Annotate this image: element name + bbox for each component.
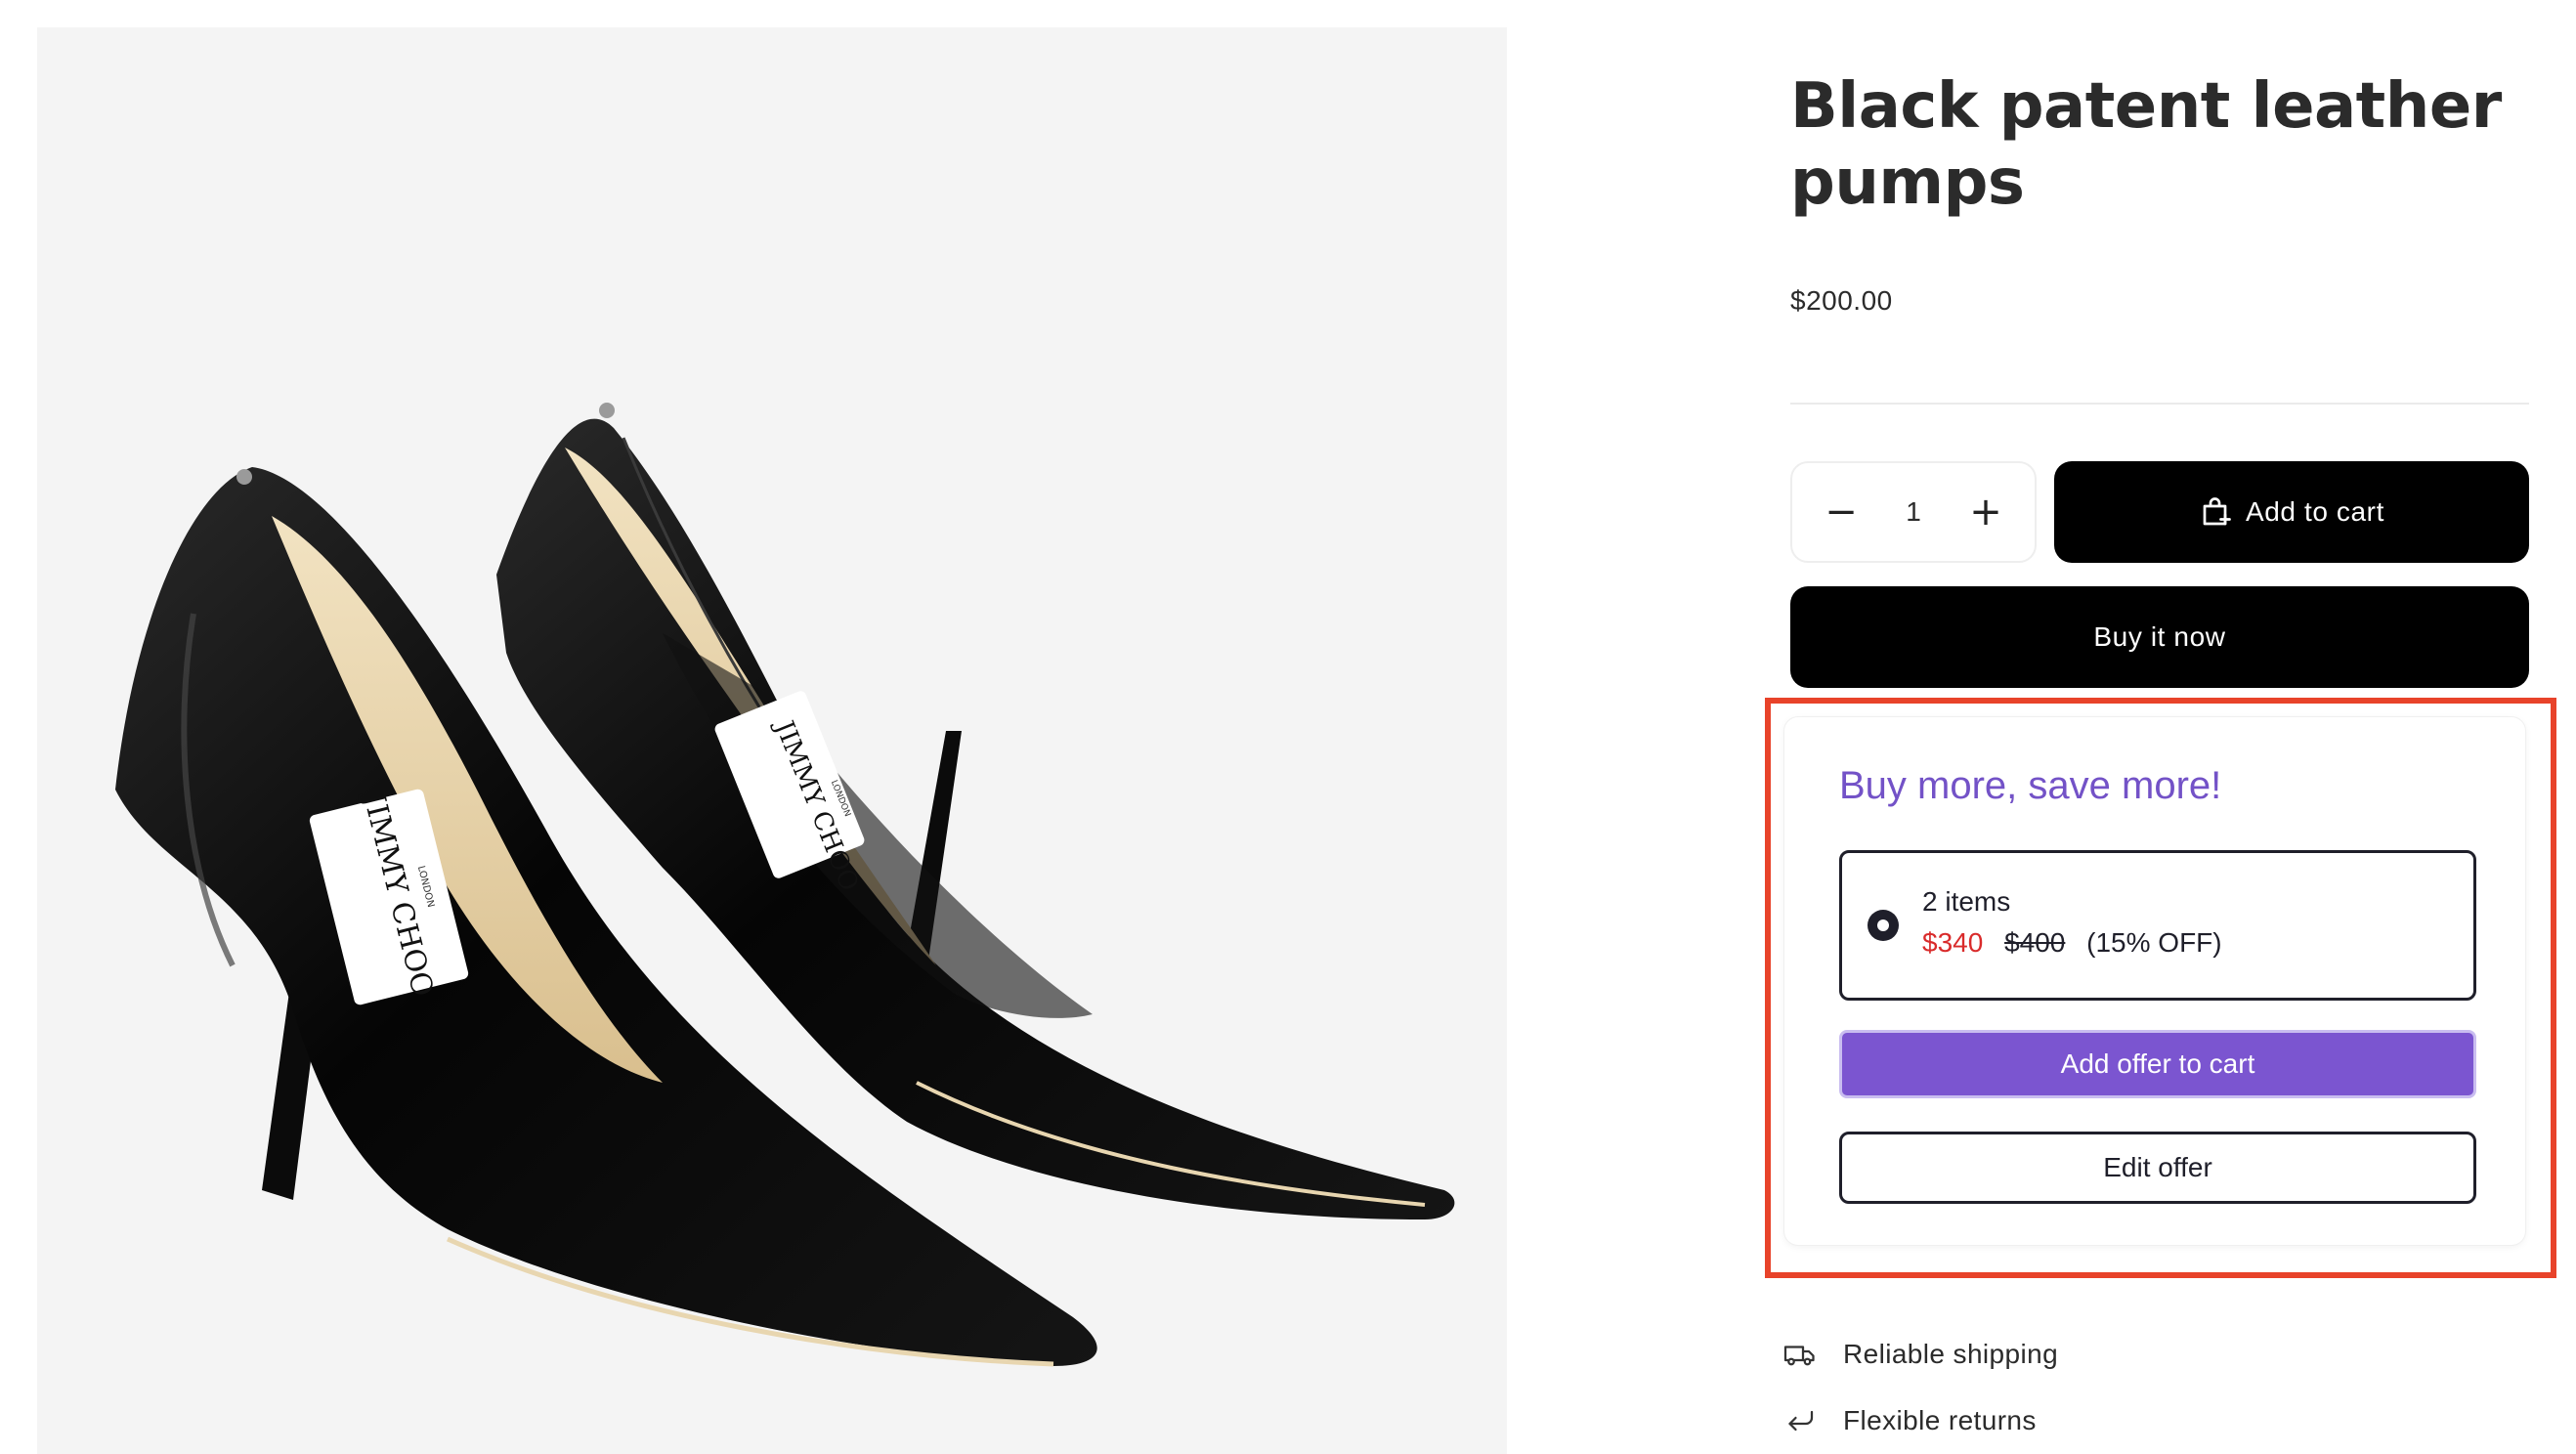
perk-flexible-returns: Flexible returns (1781, 1401, 2037, 1440)
perk-label: Reliable shipping (1843, 1339, 2059, 1369)
offer-radio-selected[interactable] (1868, 910, 1899, 941)
add-offer-to-cart-button[interactable]: Add offer to cart (1839, 1030, 2476, 1098)
buy-now-button[interactable]: Buy it now (1790, 586, 2529, 688)
offer-option-prices: $340 $400 (15% OFF) (1922, 927, 2222, 959)
add-to-cart-label: Add to cart (2245, 496, 2384, 527)
edit-offer-button[interactable]: Edit offer (1839, 1132, 2476, 1204)
offer-discount: (15% OFF) (2086, 927, 2222, 958)
heel-charm (599, 403, 615, 418)
offer-heading: Buy more, save more! (1839, 764, 2222, 807)
pumps-illustration: JIMMY CHOO LONDON JIMMY CHOO LONDON (115, 403, 1455, 1367)
perk-label: Flexible returns (1843, 1405, 2037, 1435)
decrease-quantity-button[interactable]: − (1820, 490, 1863, 535)
add-to-cart-button[interactable]: Add to cart (2054, 461, 2529, 563)
offer-option-title: 2 items (1922, 886, 2011, 917)
heel-charm (236, 469, 252, 485)
product-image: JIMMY CHOO LONDON JIMMY CHOO LONDON (37, 27, 1507, 1454)
divider (1790, 403, 2529, 405)
truck-icon (1781, 1335, 1820, 1374)
product-price: $200.00 (1790, 285, 1893, 316)
perk-reliable-shipping: Reliable shipping (1781, 1335, 2058, 1374)
quantity-value[interactable]: 1 (1884, 496, 1943, 528)
increase-quantity-button[interactable]: + (1964, 490, 2007, 535)
offer-original-price: $400 (2004, 927, 2066, 958)
product-title: Black patent leather pumps (1790, 70, 2502, 219)
shopping-bag-plus-icon (2199, 494, 2234, 530)
bundle-offer-card: Buy more, save more! 2 items $340 $400 (… (1784, 717, 2525, 1245)
offer-option-2-items[interactable]: 2 items $340 $400 (15% OFF) (1839, 850, 2476, 1001)
quantity-stepper: − 1 + (1790, 461, 2037, 563)
offer-sale-price: $340 (1922, 927, 1984, 958)
return-arrow-icon (1781, 1401, 1820, 1440)
